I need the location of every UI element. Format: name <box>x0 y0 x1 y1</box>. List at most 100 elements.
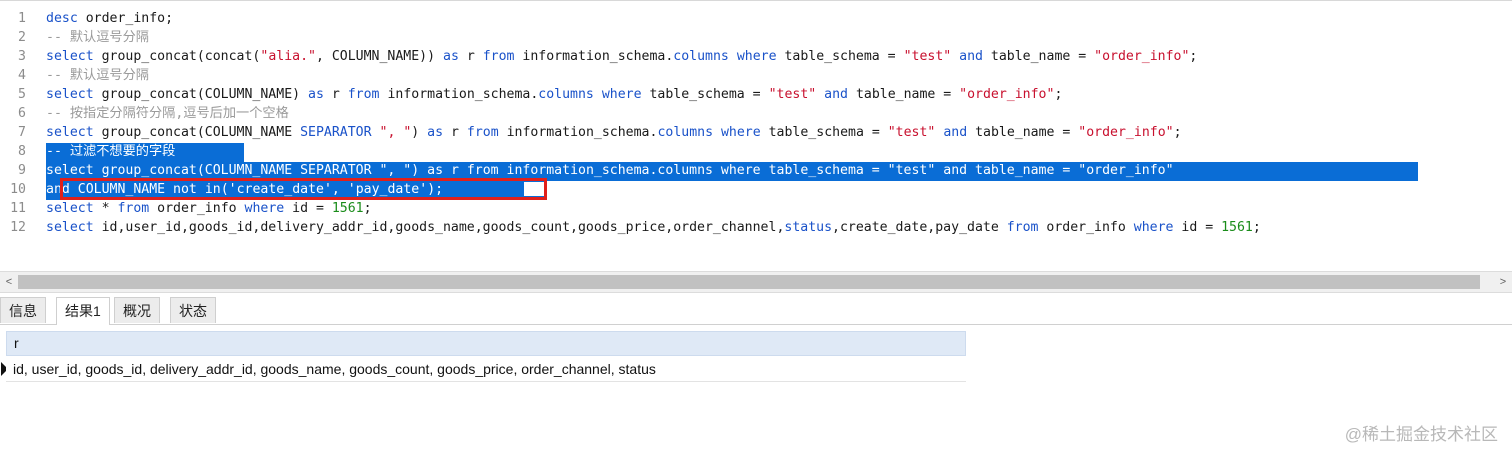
code-token: order_info <box>149 201 245 216</box>
tab-status[interactable]: 状态 <box>170 297 216 323</box>
code-token: ; <box>1054 87 1063 102</box>
code-token: ( <box>220 182 229 197</box>
code-token: COLUMN_NAME <box>69 182 174 197</box>
tab-result1[interactable]: 结果1 <box>56 297 110 325</box>
code-token: where <box>720 163 761 178</box>
code-line[interactable]: 3 select group_concat(concat("alia.", COL… <box>0 47 1512 66</box>
code-token: ) <box>411 163 428 178</box>
code-line[interactable]: 11 select * from order_info where id = 15… <box>0 199 1512 218</box>
code-token: ,create_date,pay_date <box>832 220 1007 235</box>
code-line[interactable]: 8 -- 过滤不想要的字段 <box>0 142 1512 161</box>
code-token: select <box>46 87 94 102</box>
code-token: order_info <box>1038 220 1134 235</box>
code-text: select id,user_id,goods_id,delivery_addr… <box>46 218 1261 237</box>
code-token: "test" <box>887 125 936 140</box>
code-token: information_schema.columns <box>498 163 721 178</box>
code-token: r <box>323 87 348 102</box>
code-token: information_schema. <box>379 87 539 102</box>
code-token: columns <box>538 87 594 102</box>
scrollbar-thumb[interactable] <box>18 275 1480 289</box>
code-token: table_name = <box>982 49 1095 64</box>
code-token: "order_info" <box>959 87 1055 102</box>
line-number: 7 <box>18 125 26 140</box>
code-token: from <box>466 125 499 140</box>
code-line[interactable]: 6 -- 按指定分隔符分隔,逗号后加一个空格 <box>0 104 1512 123</box>
code-token: "test" <box>887 163 936 178</box>
line-number: 4 <box>18 68 26 83</box>
code-token: -- 按指定分隔符分隔,逗号后加一个空格 <box>46 106 289 121</box>
code-token: "test" <box>768 87 817 102</box>
scroll-left-arrow-icon[interactable]: < <box>0 272 18 292</box>
tab-overview[interactable]: 概况 <box>114 297 160 323</box>
table-row[interactable]: id, user_id, goods_id, delivery_addr_id,… <box>6 357 966 382</box>
code-token: ) <box>411 125 428 140</box>
code-token: from <box>482 49 515 64</box>
tab-info[interactable]: 信息 <box>0 297 46 323</box>
code-token: id = <box>284 201 332 216</box>
code-token: in <box>204 182 221 197</box>
grid-column-header[interactable]: r <box>6 331 966 356</box>
code-token: ", " <box>379 125 412 140</box>
code-token: table_name = <box>967 163 1079 178</box>
code-token: SEPARATOR <box>300 125 372 140</box>
code-text: desc order_info; <box>46 9 173 28</box>
code-text: select group_concat(COLUMN_NAME SEPARATO… <box>46 123 1182 142</box>
code-line[interactable]: 10 and COLUMN_NAME not in('create_date', … <box>0 180 1512 199</box>
sql-editor[interactable]: 1 desc order_info; 2 -- 默认逗号分隔 3 select group… <box>0 0 1512 271</box>
code-token: 'create_date' <box>228 182 332 197</box>
code-line[interactable]: 9 select group_concat(COLUMN_NAME SEPARAT… <box>0 161 1512 180</box>
code-token: and <box>959 49 983 64</box>
code-token: as <box>308 87 324 102</box>
code-token: group_concat(COLUMN_NAME) <box>93 87 309 102</box>
horizontal-scrollbar[interactable]: < > <box>0 271 1512 293</box>
code-token: , <box>331 182 348 197</box>
result-tabbar: 信息 结果1 概况 状态 <box>0 296 1512 325</box>
code-token: and <box>943 125 968 140</box>
code-token: columns <box>657 125 714 140</box>
scroll-right-arrow-icon[interactable]: > <box>1494 272 1512 292</box>
code-token: information_schema. <box>514 49 674 64</box>
code-token: select <box>46 125 94 140</box>
code-line[interactable]: 4 -- 默认逗号分隔 <box>0 66 1512 85</box>
code-token: columns <box>673 49 729 64</box>
code-text: -- 默认逗号分隔 <box>46 66 149 85</box>
code-text: select group_concat(COLUMN_NAME SEPARATO… <box>46 161 1174 180</box>
code-token: information_schema. <box>498 125 658 140</box>
code-token: group_concat(COLUMN_NAME SEPARATOR <box>93 163 380 178</box>
code-token: "order_info" <box>1078 163 1174 178</box>
code-token: "order_info" <box>1094 49 1190 64</box>
line-number: 1 <box>18 11 26 26</box>
code-line[interactable]: 1 desc order_info; <box>0 9 1512 28</box>
code-line[interactable]: 7 select group_concat(COLUMN_NAME SEPARAT… <box>0 123 1512 142</box>
code-line[interactable]: 12 select id,user_id,goods_id,delivery_ad… <box>0 218 1512 237</box>
code-line[interactable]: 5 select group_concat(COLUMN_NAME) as r f… <box>0 85 1512 104</box>
code-token: status <box>784 220 833 235</box>
code-token: -- 默认逗号分隔 <box>46 68 149 83</box>
code-text: select group_concat(concat("alia.", COLU… <box>46 47 1197 66</box>
code-token: as <box>443 49 459 64</box>
code-token: r <box>458 49 483 64</box>
code-line[interactable]: 2 -- 默认逗号分隔 <box>0 28 1512 47</box>
line-number: 2 <box>18 30 26 45</box>
code-token: ; <box>1189 49 1198 64</box>
code-token: select <box>46 163 94 178</box>
code-text: -- 过滤不想要的字段 <box>46 142 175 161</box>
code-text: select * from order_info where id = 1561… <box>46 199 372 218</box>
code-token: table_schema = <box>760 125 888 140</box>
watermark: @稀土掘金技术社区 <box>1344 425 1498 444</box>
code-token: select <box>46 220 94 235</box>
code-token: not <box>173 182 197 197</box>
line-number: 11 <box>10 201 26 216</box>
code-token: where <box>244 201 285 216</box>
code-token: r <box>443 163 467 178</box>
code-token: ; <box>1252 220 1261 235</box>
code-token: where <box>1133 220 1174 235</box>
code-token: from <box>1006 220 1039 235</box>
line-number: 5 <box>18 87 26 102</box>
